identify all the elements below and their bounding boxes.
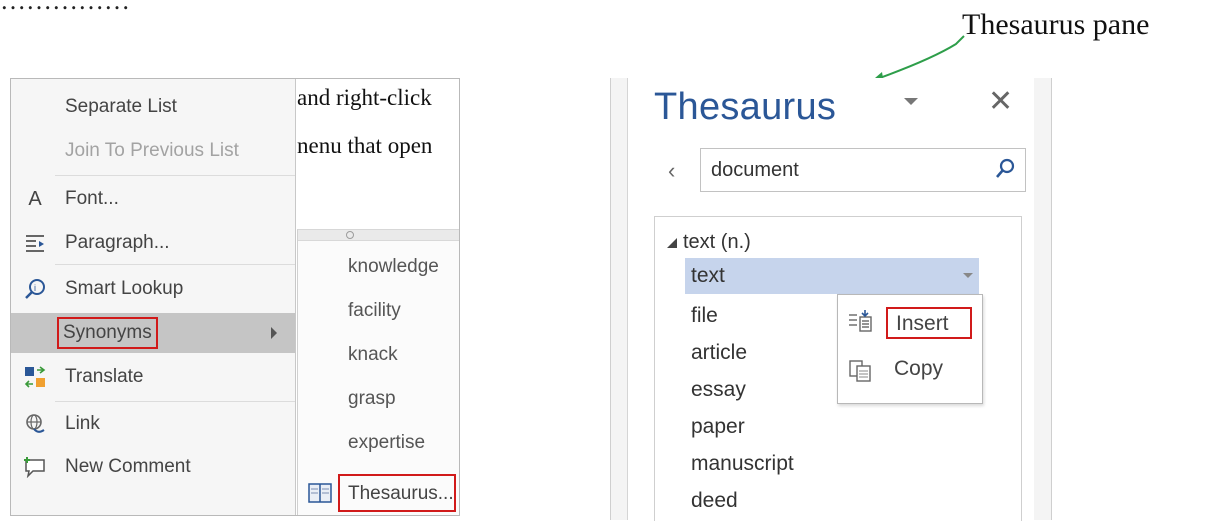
menu-separator: [55, 175, 295, 176]
insert-menu-item[interactable]: Insert: [886, 307, 972, 339]
translate-icon: [23, 365, 47, 389]
copy-menu-item[interactable]: Copy: [894, 357, 943, 381]
word-action-menu: Insert Copy: [837, 294, 983, 404]
document-text-line: nenu that open: [297, 133, 433, 158]
context-menu-screenshot: and right-click nenu that open Separate …: [10, 78, 460, 516]
document-text-line: and right-click: [297, 85, 432, 110]
thesaurus-pane-frame: Thesaurus ✕ ‹ document text (n.) text fi…: [610, 78, 1052, 521]
result-word-label: text: [691, 264, 725, 287]
link-icon: [23, 412, 47, 436]
menu-item-label: Font...: [65, 188, 119, 209]
search-input-value: document: [711, 159, 799, 181]
submenu-scroll-handle[interactable]: [298, 230, 459, 241]
insert-icon: [849, 310, 872, 332]
paragraph-icon: [23, 231, 47, 255]
menu-item-label: Smart Lookup: [65, 278, 184, 299]
menu-item-label: New Comment: [65, 456, 191, 477]
insert-label: Insert: [896, 312, 949, 335]
menu-item-label: Translate: [65, 366, 144, 387]
menu-item-translate[interactable]: Translate: [11, 357, 295, 397]
menu-item-paragraph[interactable]: Paragraph...: [11, 223, 295, 263]
menu-item-link[interactable]: Link: [11, 404, 295, 444]
menu-item-label: Link: [65, 413, 100, 434]
pane-options-dropdown-icon[interactable]: [904, 98, 918, 105]
thesaurus-search-input[interactable]: document: [700, 148, 1026, 192]
comment-icon: [23, 455, 47, 479]
copy-icon: [849, 360, 871, 382]
menu-item-label: Thesaurus...: [348, 483, 454, 504]
result-word[interactable]: deed: [691, 489, 738, 513]
submenu-arrow-icon: [271, 327, 277, 339]
menu-item-new-comment[interactable]: New Comment: [11, 447, 295, 487]
menu-separator: [55, 264, 295, 265]
search-icon[interactable]: [993, 157, 1017, 181]
menu-item-label: Synonyms: [57, 317, 158, 349]
menu-item-smart-lookup[interactable]: i Smart Lookup: [11, 269, 295, 309]
result-word[interactable]: article: [691, 341, 747, 365]
menu-item-label: Paragraph...: [65, 232, 170, 253]
annotation-label: Thesaurus pane: [962, 8, 1150, 41]
menu-item-font[interactable]: A Font...: [11, 179, 295, 219]
book-icon: [308, 483, 332, 503]
font-icon: A: [28, 187, 42, 210]
group-heading-label: text (n.): [683, 231, 751, 253]
context-menu: Separate List Join To Previous List A Fo…: [11, 79, 296, 515]
menu-item-join-to-previous-list: Join To Previous List: [11, 131, 295, 171]
svg-text:i: i: [34, 283, 36, 293]
collapse-triangle-icon: [667, 238, 677, 248]
thesaurus-pane: Thesaurus ✕ ‹ document text (n.) text fi…: [627, 78, 1034, 521]
synonyms-submenu: knowledge facility knack grasp expertise…: [297, 229, 459, 515]
result-word-selected[interactable]: text: [685, 258, 979, 294]
synonym-item[interactable]: expertise: [348, 432, 425, 454]
smart-lookup-icon: i: [23, 277, 47, 301]
result-group-heading[interactable]: text (n.): [667, 231, 751, 254]
close-icon[interactable]: ✕: [988, 84, 1013, 119]
synonym-item[interactable]: grasp: [348, 388, 396, 410]
result-word[interactable]: essay: [691, 378, 746, 402]
synonym-item[interactable]: knowledge: [348, 256, 439, 278]
menu-item-label: Join To Previous List: [65, 140, 239, 161]
menu-item-synonyms[interactable]: Synonyms: [11, 313, 295, 353]
cropped-header-text: ……………: [0, 0, 130, 15]
menu-item-separate-list[interactable]: Separate List: [11, 87, 295, 127]
results-list: text (n.) text file article essay paper …: [654, 216, 1022, 521]
menu-item-thesaurus[interactable]: Thesaurus...: [338, 474, 456, 512]
result-word[interactable]: manuscript: [691, 452, 794, 476]
menu-item-label: Separate List: [65, 96, 177, 117]
chevron-down-icon[interactable]: [963, 273, 973, 278]
pane-title: Thesaurus: [654, 86, 837, 128]
synonym-item[interactable]: knack: [348, 344, 398, 366]
result-word[interactable]: paper: [691, 415, 745, 439]
result-word[interactable]: file: [691, 304, 718, 328]
synonym-item[interactable]: facility: [348, 300, 401, 322]
back-button[interactable]: ‹: [668, 158, 675, 184]
menu-separator: [55, 401, 295, 402]
